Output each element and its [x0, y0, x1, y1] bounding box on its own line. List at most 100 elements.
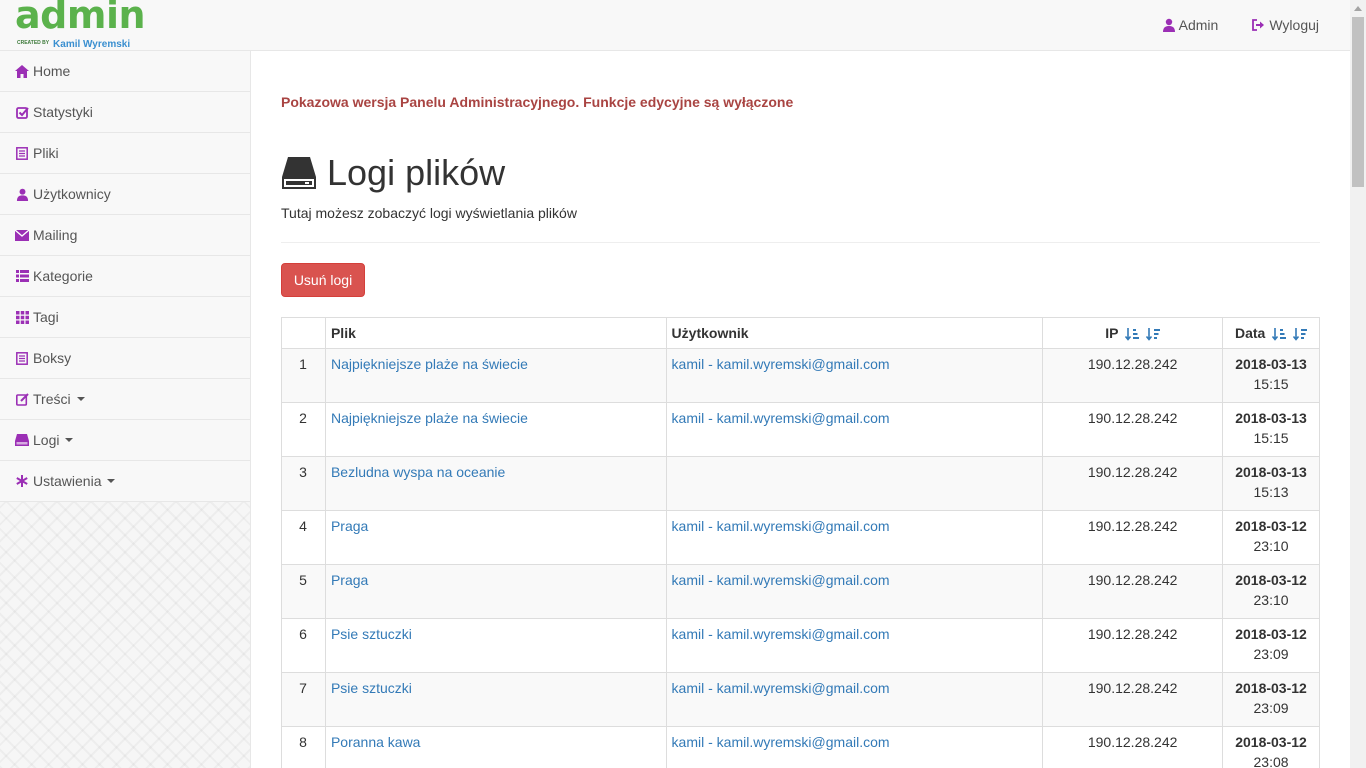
list-alt-icon: [15, 351, 29, 365]
chevron-down-icon: [76, 397, 85, 401]
ip-cell: 190.12.28.242: [1042, 348, 1224, 403]
file-link[interactable]: Poranna kawa: [331, 734, 421, 750]
user-link[interactable]: kamil - kamil.wyremski@gmail.com: [672, 572, 890, 588]
scrollbar-thumb[interactable]: [1352, 17, 1364, 187]
brand-credit: CREATED BY Kamil Wyremski: [17, 35, 130, 50]
user-cell: kamil - kamil.wyremski@gmail.com: [665, 510, 1044, 565]
edit-icon: [15, 392, 29, 406]
date-value: 2018-03-12: [1235, 680, 1307, 696]
row-index: 7: [281, 672, 326, 727]
hdd-icon: [282, 157, 316, 189]
date-value: 2018-03-12: [1235, 518, 1307, 534]
user-link[interactable]: kamil - kamil.wyremski@gmail.com: [672, 356, 890, 372]
hdd-icon: [15, 433, 29, 447]
date-value: 2018-03-12: [1235, 626, 1307, 642]
sidebar-item-logi[interactable]: Logi: [0, 420, 250, 461]
logout-label: Wyloguj: [1269, 17, 1319, 33]
row-index: 1: [281, 348, 326, 403]
date-value: 2018-03-13: [1235, 410, 1307, 426]
row-index: 6: [281, 618, 326, 673]
date-cell: 2018-03-12 23:10: [1222, 510, 1320, 565]
table-row: 8 Poranna kawa kamil - kamil.wyremski@gm…: [281, 726, 1320, 768]
user-link[interactable]: kamil - kamil.wyremski@gmail.com: [672, 626, 890, 642]
time-value: 23:09: [1253, 700, 1289, 716]
table-row: 6 Psie sztuczki kamil - kamil.wyremski@g…: [281, 618, 1320, 673]
table-row: 4 Praga kamil - kamil.wyremski@gmail.com…: [281, 510, 1320, 565]
ip-cell: 190.12.28.242: [1042, 456, 1224, 511]
file-link[interactable]: Praga: [331, 572, 368, 588]
sidebar: Home Statystyki Pliki Użytkownicy Mailin…: [0, 51, 251, 768]
user-link[interactable]: kamil - kamil.wyremski@gmail.com: [672, 410, 890, 426]
row-index: 3: [281, 456, 326, 511]
sidebar-item-label: Użytkownicy: [33, 186, 111, 202]
date-value: 2018-03-12: [1235, 734, 1307, 750]
scroll-up-arrow-icon[interactable]: [1354, 6, 1362, 11]
sidebar-item-boksy[interactable]: Boksy: [0, 338, 250, 379]
ip-cell: 190.12.28.242: [1042, 672, 1224, 727]
user-cell: kamil - kamil.wyremski@gmail.com: [665, 348, 1044, 403]
file-link[interactable]: Psie sztuczki: [331, 626, 412, 642]
sort-desc-icon[interactable]: [1293, 327, 1308, 341]
sidebar-item-statystyki[interactable]: Statystyki: [0, 92, 250, 133]
time-value: 23:10: [1253, 538, 1289, 554]
page-scrollbar[interactable]: [1350, 0, 1366, 768]
row-index: 8: [281, 726, 326, 768]
delete-logs-button[interactable]: Usuń logi: [281, 263, 365, 297]
brand-name: admin: [15, 0, 146, 37]
sort-asc-icon[interactable]: [1272, 327, 1287, 341]
sort-desc-icon[interactable]: [1146, 327, 1161, 341]
time-value: 23:09: [1253, 646, 1289, 662]
home-icon: [15, 64, 29, 78]
ip-cell: 190.12.28.242: [1042, 564, 1224, 619]
user-link[interactable]: kamil - kamil.wyremski@gmail.com: [672, 518, 890, 534]
sidebar-item-home[interactable]: Home: [0, 51, 250, 92]
header-user: Użytkownik: [665, 317, 1044, 349]
table-row: 7 Psie sztuczki kamil - kamil.wyremski@g…: [281, 672, 1320, 727]
sidebar-item-kategorie[interactable]: Kategorie: [0, 256, 250, 297]
user-cell: kamil - kamil.wyremski@gmail.com: [665, 402, 1044, 457]
ip-cell: 190.12.28.242: [1042, 402, 1224, 457]
user-cell: kamil - kamil.wyremski@gmail.com: [665, 672, 1044, 727]
user-link[interactable]: kamil - kamil.wyremski@gmail.com: [672, 734, 890, 750]
sidebar-item-label: Kategorie: [33, 268, 93, 284]
file-link[interactable]: Najpiękniejsze plaże na świecie: [331, 410, 528, 426]
header-index: [281, 317, 326, 349]
sidebar-item-pliki[interactable]: Pliki: [0, 133, 250, 174]
sidebar-item-uzytkownicy[interactable]: Użytkownicy: [0, 174, 250, 215]
logs-table: Plik Użytkownik IP Data 1 Najpiękniejsze…: [281, 317, 1320, 768]
logout-link[interactable]: Wyloguj: [1251, 17, 1319, 33]
file-link[interactable]: Bezludna wyspa na oceanie: [331, 464, 505, 480]
sidebar-item-label: Logi: [33, 432, 60, 448]
row-index: 5: [281, 564, 326, 619]
sidebar-item-tagi[interactable]: Tagi: [0, 297, 250, 338]
file-link[interactable]: Najpiękniejsze plaże na świecie: [331, 356, 528, 372]
date-cell: 2018-03-12 23:09: [1222, 672, 1320, 727]
th-icon: [15, 310, 29, 324]
ip-cell: 190.12.28.242: [1042, 510, 1224, 565]
admin-user-label: Admin: [1178, 17, 1219, 33]
sidebar-item-mailing[interactable]: Mailing: [0, 215, 250, 256]
sidebar-item-label: Treści: [33, 391, 71, 407]
header-date-label: Data: [1234, 325, 1266, 341]
date-cell: 2018-03-13 15:15: [1222, 348, 1320, 403]
admin-user-link[interactable]: Admin: [1162, 17, 1219, 33]
user-link[interactable]: kamil - kamil.wyremski@gmail.com: [672, 680, 890, 696]
sidebar-item-label: Ustawienia: [33, 473, 102, 489]
sidebar-item-ustawienia[interactable]: Ustawienia: [0, 461, 250, 502]
date-cell: 2018-03-13 15:13: [1222, 456, 1320, 511]
ip-cell: 190.12.28.242: [1042, 618, 1224, 673]
file-cell: Praga: [324, 564, 667, 619]
file-link[interactable]: Praga: [331, 518, 368, 534]
file-cell: Psie sztuczki: [324, 618, 667, 673]
main-content: Pokazowa wersja Panelu Administracyjnego…: [251, 51, 1350, 768]
time-value: 15:15: [1253, 430, 1289, 446]
sidebar-item-label: Boksy: [33, 350, 72, 366]
date-cell: 2018-03-12 23:10: [1222, 564, 1320, 619]
th-list-icon: [15, 269, 29, 283]
header-ip-label: IP: [1105, 325, 1119, 341]
file-cell: Poranna kawa: [324, 726, 667, 768]
table-header-row: Plik Użytkownik IP Data: [281, 317, 1320, 349]
sort-asc-icon[interactable]: [1125, 327, 1140, 341]
sidebar-item-tresci[interactable]: Treści: [0, 379, 250, 420]
file-link[interactable]: Psie sztuczki: [331, 680, 412, 696]
